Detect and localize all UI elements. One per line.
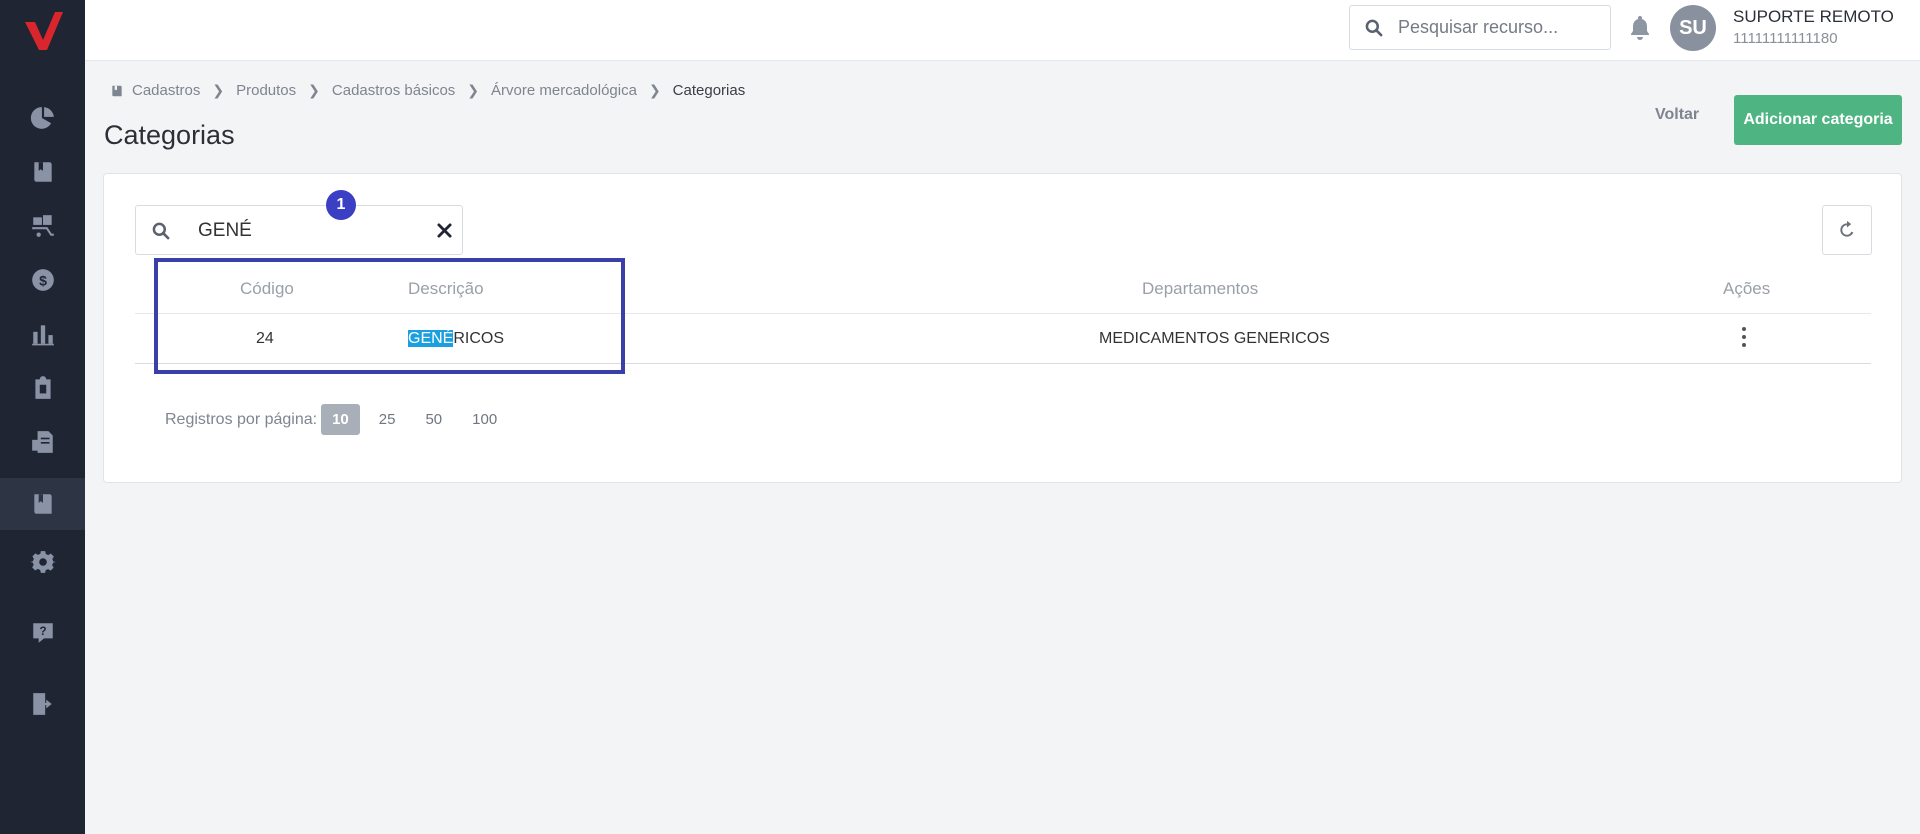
bell-icon[interactable] (1628, 14, 1652, 40)
filter-value[interactable]: GENÉ (198, 220, 252, 242)
svg-text:$: $ (39, 272, 47, 288)
file-invoice-icon (31, 431, 53, 453)
breadcrumb-current: Categorias (672, 82, 746, 99)
back-button[interactable]: Voltar (1655, 106, 1699, 124)
categories-card: GENÉ 1 Código Descrição Departamentos Aç… (103, 173, 1902, 483)
breadcrumb-item[interactable]: Cadastros básicos (332, 82, 455, 99)
page-title: Categorias (104, 120, 235, 150)
top-bar: SU SUPORTE REMOTO 11111111111180 (85, 0, 1920, 61)
sidebar-item-cadastros[interactable] (0, 478, 85, 530)
global-search[interactable] (1349, 5, 1611, 50)
sidebar-item-records[interactable] (0, 146, 85, 198)
global-search-input[interactable] (1398, 17, 1588, 38)
user-name[interactable]: SUPORTE REMOTO (1733, 7, 1894, 27)
close-icon[interactable] (437, 223, 452, 238)
page-size-option[interactable]: 100 (461, 404, 508, 435)
table-filter[interactable]: GENÉ (135, 205, 463, 255)
sidebar-item-invoices[interactable] (0, 416, 85, 468)
svg-text:?: ? (39, 624, 46, 638)
sidebar-item-settings[interactable] (0, 536, 85, 588)
page-size-option[interactable]: 25 (368, 404, 407, 435)
sidebar: $ ? (0, 0, 85, 834)
chevron-right-icon: ❯ (467, 82, 480, 98)
cell-departments: MEDICAMENTOS GENERICOS (1099, 330, 1330, 347)
column-header-departments[interactable]: Departamentos (1142, 279, 1258, 299)
column-header-actions: Ações (1723, 279, 1771, 298)
dollar-coin-icon: $ (31, 269, 54, 291)
sidebar-item-help[interactable]: ? (0, 607, 85, 659)
logo-check-icon (24, 12, 63, 50)
help-icon: ? (32, 623, 53, 643)
app-logo[interactable] (0, 0, 85, 60)
dolly-boxes-icon (31, 215, 54, 237)
avatar[interactable]: SU (1670, 5, 1716, 51)
row-actions-kebab-icon[interactable] (1741, 327, 1747, 349)
gear-icon (29, 551, 56, 573)
sidebar-item-clipboard[interactable] (0, 362, 85, 414)
page-size-label: Registros por página: (165, 410, 318, 428)
user-id: 11111111111180 (1733, 30, 1838, 47)
refresh-button[interactable] (1822, 205, 1872, 255)
sidebar-item-finance[interactable]: $ (0, 254, 85, 306)
breadcrumb-item[interactable]: Produtos (236, 82, 296, 99)
breadcrumb-item[interactable]: Cadastros (132, 82, 200, 99)
chevron-right-icon: ❯ (212, 82, 225, 98)
pie-chart-icon (30, 107, 54, 129)
book-icon (112, 85, 122, 96)
search-icon (152, 222, 170, 240)
breadcrumb-item[interactable]: Árvore mercadológica (491, 82, 637, 99)
refresh-icon (1840, 220, 1854, 237)
book-icon (33, 162, 52, 182)
page-size-option[interactable]: 10 (321, 404, 360, 435)
bar-chart-icon (31, 325, 54, 346)
add-category-button[interactable]: Adicionar categoria (1734, 95, 1902, 145)
pagination: Registros por página: 10 25 50 100 (165, 404, 508, 435)
page-size-option[interactable]: 50 (414, 404, 453, 435)
breadcrumb: Cadastros ❯ Produtos ❯ Cadastros básicos… (110, 82, 745, 99)
annotation-box (154, 258, 625, 374)
book-icon (33, 494, 52, 514)
chevron-right-icon: ❯ (648, 82, 661, 98)
search-icon (1365, 19, 1383, 36)
chevron-right-icon: ❯ (308, 82, 320, 98)
step-badge: 1 (326, 190, 356, 220)
clipboard-icon (34, 376, 51, 399)
sidebar-item-dashboard[interactable] (0, 92, 85, 144)
sidebar-item-reports[interactable] (0, 308, 85, 360)
sidebar-item-logistics[interactable] (0, 200, 85, 252)
sidebar-item-logout[interactable] (0, 678, 85, 730)
logout-icon (32, 693, 52, 715)
